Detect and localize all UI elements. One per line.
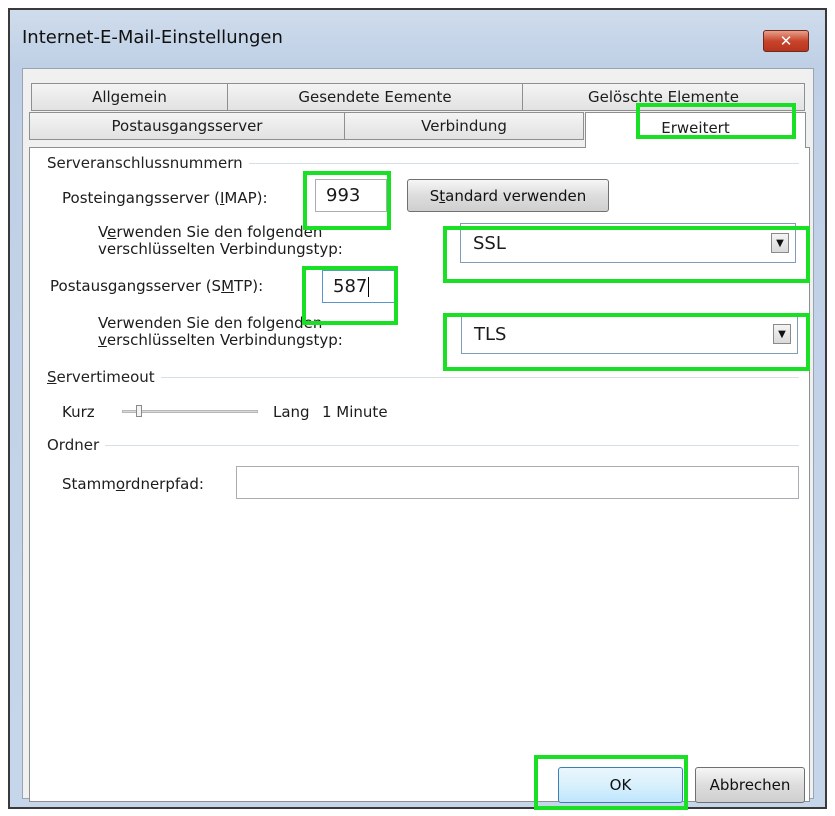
outgoing-encryption-label-1: Verwenden Sie den folgenden bbox=[98, 314, 323, 332]
outgoing-encryption-value: TLS bbox=[474, 323, 507, 345]
tab-erweitert[interactable]: Erweitert bbox=[585, 112, 806, 148]
settings-panel: Serveranschlussnummern Posteingangsserve… bbox=[29, 147, 810, 802]
timeout-short-label: Kurz bbox=[62, 403, 95, 421]
cancel-button[interactable]: Abbrechen bbox=[695, 767, 805, 803]
timeout-value: 1 Minute bbox=[322, 403, 388, 421]
tab-verbindung[interactable]: Verbindung bbox=[344, 112, 584, 140]
dialog-body: Allgemein Gesendete Eemente Gelöschte El… bbox=[22, 68, 814, 803]
ok-button[interactable]: OK bbox=[558, 767, 683, 803]
close-button[interactable]: ✕ bbox=[763, 30, 809, 52]
timeout-long-label: Lang bbox=[273, 403, 310, 421]
window-title: Internet-E-Mail-Einstellungen bbox=[22, 27, 283, 48]
group-divider bbox=[50, 445, 799, 446]
group-label-server-ports: Serveranschlussnummern bbox=[47, 154, 249, 172]
tab-postausgangsserver[interactable]: Postausgangsserver bbox=[29, 112, 345, 140]
cancel-button-label: Abbrechen bbox=[709, 776, 791, 794]
root-path-label: Stammordnerpfad: bbox=[62, 475, 204, 493]
group-divider bbox=[50, 377, 799, 378]
incoming-encryption-label-1: Verwenden Sie den folgenden bbox=[98, 223, 323, 241]
text-cursor bbox=[368, 276, 370, 297]
incoming-port-input[interactable]: 993 bbox=[315, 179, 387, 212]
title-bar: Internet-E-Mail-Einstellungen ✕ bbox=[10, 10, 825, 66]
outgoing-encryption-label-2: verschlüsselten Verbindungstyp: bbox=[98, 331, 343, 349]
chevron-down-icon[interactable]: ▼ bbox=[773, 324, 791, 344]
default-button[interactable]: Standard verwenden bbox=[407, 179, 609, 212]
incoming-encryption-value: SSL bbox=[473, 232, 506, 254]
incoming-encryption-select[interactable]: SSL ▼ bbox=[460, 223, 796, 263]
default-button-label: Standard verwenden bbox=[429, 186, 587, 205]
close-icon: ✕ bbox=[779, 32, 793, 50]
ok-button-label: OK bbox=[609, 776, 632, 794]
outgoing-server-label: Postausgangsserver (SMTP): bbox=[50, 277, 264, 295]
tab-allgemein[interactable]: Allgemein bbox=[31, 83, 228, 111]
incoming-port-value: 993 bbox=[326, 185, 361, 206]
outgoing-port-value: 587 bbox=[333, 276, 368, 297]
group-label-folders: Ordner bbox=[47, 436, 106, 454]
incoming-encryption-label-2: verschlüsselten Verbindungstyp: bbox=[98, 240, 343, 258]
root-path-input[interactable] bbox=[236, 466, 799, 499]
dialog-window: Internet-E-Mail-Einstellungen ✕ Allgemei… bbox=[8, 8, 827, 809]
chevron-down-icon[interactable]: ▼ bbox=[771, 233, 789, 253]
outgoing-port-input[interactable]: 587 bbox=[322, 270, 398, 303]
timeout-slider-track[interactable] bbox=[122, 410, 258, 413]
incoming-server-label: Posteingangsserver (IMAP): bbox=[62, 189, 268, 207]
tab-gesendete-elemente[interactable]: Gesendete Eemente bbox=[227, 83, 523, 111]
timeout-slider-thumb[interactable] bbox=[136, 405, 142, 417]
tab-geloeschte-elemente[interactable]: Gelöschte Elemente bbox=[522, 83, 805, 111]
group-label-timeout: Servertimeout bbox=[47, 368, 161, 386]
outgoing-encryption-select[interactable]: TLS ▼ bbox=[461, 314, 798, 354]
